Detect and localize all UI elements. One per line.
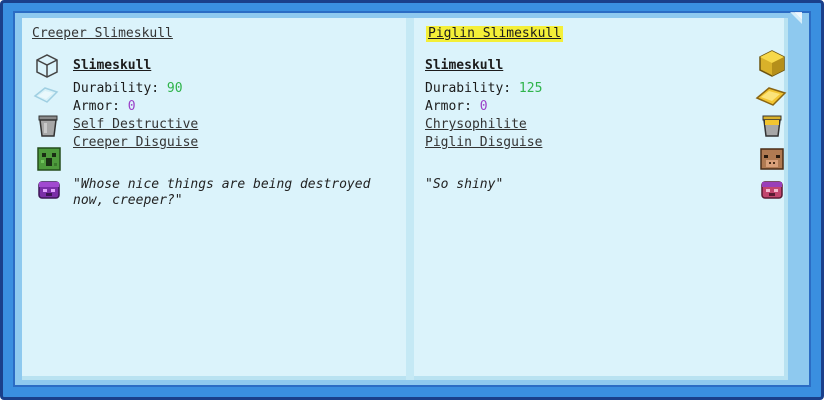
block-outline-icon <box>34 52 60 78</box>
left-durability-row: Durability: 90 <box>73 81 183 97</box>
armor-value: 0 <box>479 99 488 114</box>
slime-ingot-icon <box>33 82 59 108</box>
gold-block-icon <box>757 48 787 78</box>
left-ability-1-link[interactable]: Self Destructive <box>73 117 198 133</box>
pink-head-icon <box>759 176 785 202</box>
left-header-link[interactable]: Creeper Slimeskull <box>32 26 173 42</box>
right-armor-row: Armor: 0 <box>425 99 488 115</box>
right-ability-2-link[interactable]: Piglin Disguise <box>425 135 542 151</box>
durability-label: Durability: <box>425 81 512 96</box>
enderman-head-icon <box>36 176 62 202</box>
page-corner-icon <box>786 12 802 28</box>
left-quote: "Whose nice things are being destroyed n… <box>73 177 371 208</box>
page-shadow <box>22 376 406 380</box>
right-durability-row: Durability: 125 <box>425 81 542 97</box>
right-header-link[interactable]: Piglin Slimeskull <box>426 26 564 42</box>
armor-label: Armor: <box>73 99 120 114</box>
left-item-name: Slimeskull <box>73 58 152 73</box>
left-ability-2-link[interactable]: Creeper Disguise <box>73 135 198 151</box>
armor-label: Armor: <box>425 99 472 114</box>
right-item-name: Slimeskull <box>425 58 504 73</box>
bucket-icon <box>35 112 61 138</box>
page-shadow <box>414 376 788 380</box>
durability-value: 90 <box>166 81 183 96</box>
piglin-head-icon <box>759 146 785 172</box>
durability-label: Durability: <box>73 81 160 96</box>
creeper-head-icon <box>36 146 62 172</box>
right-quote: "So shiny" <box>425 177 504 192</box>
durability-value: 125 <box>518 81 543 96</box>
right-ability-1-link[interactable]: Chrysophilite <box>425 117 527 133</box>
left-armor-row: Armor: 0 <box>73 99 136 115</box>
armor-value: 0 <box>127 99 136 114</box>
gold-bucket-icon <box>759 112 785 138</box>
page-divider <box>406 18 414 380</box>
gold-ingot-icon <box>755 82 787 110</box>
